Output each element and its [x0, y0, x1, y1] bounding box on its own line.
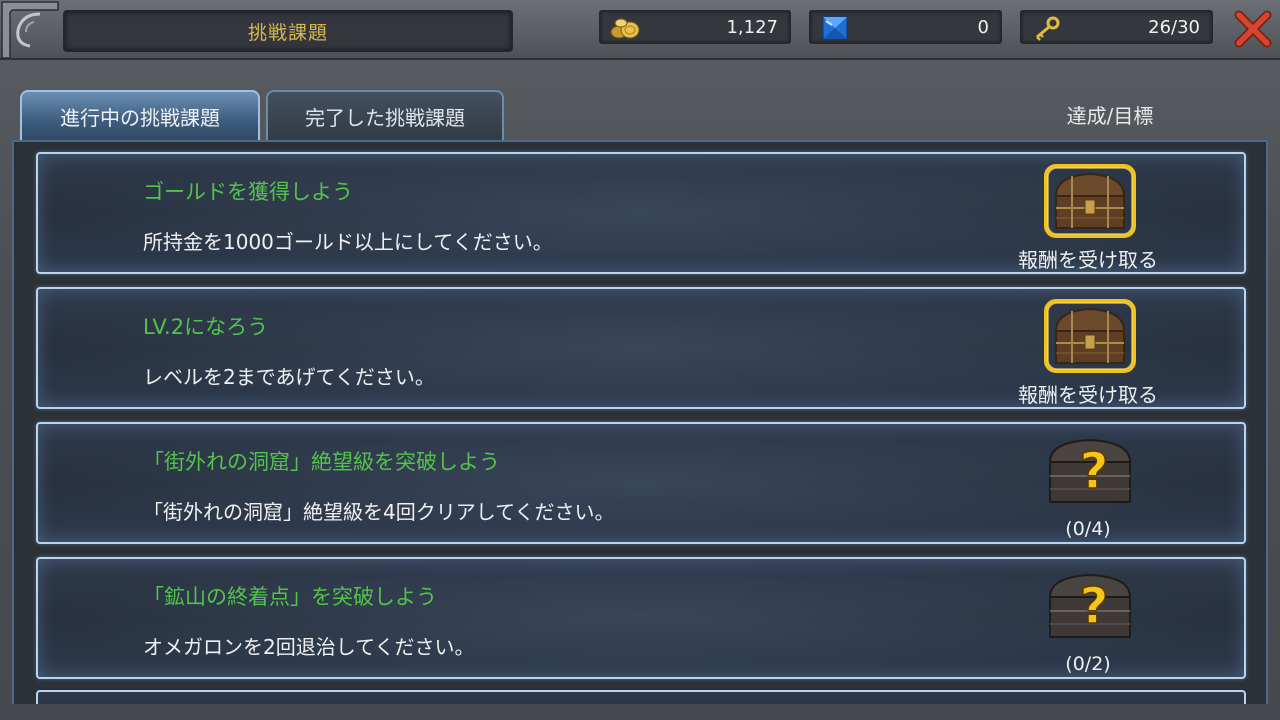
key-icon: [1036, 16, 1060, 41]
svg-text:?: ?: [1079, 577, 1108, 635]
challenge-description: 所持金を1000ゴールド以上にしてください。: [143, 230, 553, 254]
mystery-chest-icon: ?: [1048, 573, 1132, 638]
svg-text:?: ?: [1079, 442, 1108, 500]
gold-coins-icon: [610, 18, 640, 39]
locked-reward: ? (0/2): [998, 567, 1178, 679]
challenge-description: オメガロンを2回退治してください。: [143, 635, 475, 659]
progress-column-header: 達成/目標: [1066, 104, 1154, 128]
challenge-item-partial: [36, 690, 1246, 704]
top-bar: 挑戦課題 1,127 0 26/30: [0, 0, 1280, 60]
close-icon[interactable]: [1232, 8, 1274, 50]
gem-amount: 0: [977, 16, 989, 38]
challenge-progress: (0/4): [1065, 518, 1111, 540]
challenge-item: ゴールドを獲得しよう 所持金を1000ゴールド以上にしてください。 報酬を受け取…: [36, 152, 1246, 274]
treasure-chest-icon: [1044, 299, 1136, 373]
ornament-corner-icon: [1, 1, 59, 59]
challenge-list: ゴールドを獲得しよう 所持金を1000ゴールド以上にしてください。 報酬を受け取…: [12, 140, 1268, 704]
key-amount: 26/30: [1148, 16, 1200, 38]
blue-gem-icon: [822, 16, 848, 40]
challenge-progress: (0/2): [1065, 653, 1111, 675]
challenge-title: 「街外れの洞窟」絶望級を突破しよう: [143, 450, 500, 474]
claim-reward-label: 報酬を受け取る: [1018, 248, 1158, 272]
locked-reward: ? (0/4): [998, 432, 1178, 544]
gold-counter: 1,127: [599, 10, 791, 44]
mystery-chest-icon: ?: [1048, 438, 1132, 503]
challenge-description: 「街外れの洞窟」絶望級を4回クリアしてください。: [143, 500, 615, 524]
challenge-title: ゴールドを獲得しよう: [143, 180, 353, 204]
page-title: 挑戦課題: [63, 10, 513, 52]
challenge-item: 「鉱山の終着点」を突破しよう オメガロンを2回退治してください。 ? (0/2): [36, 557, 1246, 679]
challenge-item: LV.2になろう レベルを2まであげてください。 報酬を受け取る: [36, 287, 1246, 409]
treasure-chest-icon: [1044, 164, 1136, 238]
claim-reward-button[interactable]: 報酬を受け取る: [998, 297, 1178, 409]
challenge-item: 「街外れの洞窟」絶望級を突破しよう 「街外れの洞窟」絶望級を4回クリアしてくださ…: [36, 422, 1246, 544]
key-counter: 26/30: [1020, 10, 1213, 44]
challenge-description: レベルを2まであげてください。: [143, 365, 435, 389]
tab-completed[interactable]: 完了した挑戦課題: [266, 90, 504, 140]
challenge-title: LV.2になろう: [143, 315, 269, 339]
gem-counter: 0: [809, 10, 1002, 44]
tab-in-progress[interactable]: 進行中の挑戦課題: [20, 90, 260, 140]
gold-amount: 1,127: [726, 16, 778, 38]
claim-reward-button[interactable]: 報酬を受け取る: [998, 162, 1178, 274]
challenge-title: 「鉱山の終着点」を突破しよう: [143, 585, 437, 609]
claim-reward-label: 報酬を受け取る: [1018, 383, 1158, 407]
